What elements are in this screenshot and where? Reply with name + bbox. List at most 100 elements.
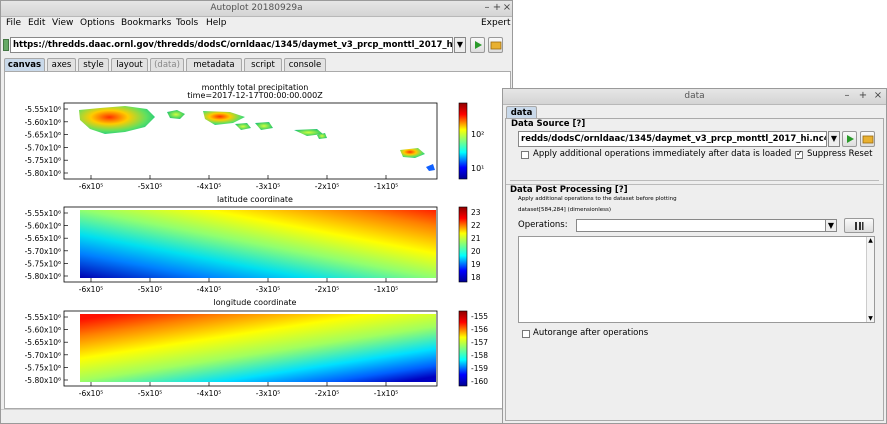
plot2-yticks: -5.55x10⁶ -5.60x10⁶ -5.65x10⁶ -5.70x10⁶ -5.7… [25,209,68,281]
close-icon[interactable]: × [502,2,512,13]
plot1-subtitle: time=2017-12-17T00:00:00.000Z [187,91,323,100]
menu-expert[interactable]: Expert [481,18,511,28]
apply-ops-label: Apply additional operations immediately … [533,149,792,159]
plot2-title: latitude coordinate [217,195,293,204]
tab-style[interactable]: style [78,58,109,71]
plot3-yticks: -5.55x10⁶ -5.60x10⁶ -5.65x10⁶ -5.70x10⁶ -5.7… [25,313,68,385]
browse-button[interactable] [488,37,503,53]
data-source-section: Data Source [?] redds/dodsC/ornldaac/134… [510,119,879,181]
data-source-input[interactable]: redds/dodsC/ornldaac/1345/daymet_v3_prcp… [518,131,827,147]
x-tick-label: -3x10⁵ [256,182,280,191]
colorbar-tick-label: 20 [471,247,481,256]
scroll-down-icon[interactable]: ▼ [867,315,874,322]
data-window-title: data [684,91,705,101]
x-tick-label: -2x10⁵ [315,182,339,191]
plot1-cb-tick: 10² [471,130,484,139]
menu-help[interactable]: Help [206,18,227,28]
autorange-label: Autorange after operations [533,328,649,338]
colorbar-tick-label: 21 [471,234,481,243]
dataset-dims: dataset[584,284] (dimensionless) [518,207,612,213]
y-tick-label: -5.55x10⁶ [25,209,61,218]
x-tick-label: -3x10⁵ [256,389,280,398]
operations-editor-button[interactable] [844,218,874,233]
tab-canvas[interactable]: canvas [4,58,45,71]
data-window: data – + × data Data Source [?] redds/do… [502,88,887,424]
tab-axes[interactable]: axes [47,58,76,71]
y-tick-label: -5.80x10⁶ [25,169,61,178]
y-tick-label: -5.80x10⁶ [25,272,61,281]
operations-label: Operations: [518,220,568,230]
operations-scrollbar[interactable]: ▲ ▼ [866,237,874,322]
plot3-field [80,314,436,382]
x-tick-label: -3x10⁵ [256,285,280,294]
x-tick-label: -4x10⁵ [197,285,221,294]
data-source-dropdown[interactable]: ▼ [828,131,840,147]
data-source-label[interactable]: Data Source [?] [511,119,585,129]
tab-metadata[interactable]: metadata [186,58,242,71]
status-bar [1,409,512,423]
colorbar-tick-label: -157 [471,338,488,347]
post-processing-desc: Apply additional operations to the datas… [518,196,677,202]
suppress-reset-checkbox[interactable] [795,149,803,159]
data-titlebar[interactable]: data – + × [503,89,886,105]
colorbar-tick-label: -155 [471,312,488,321]
menu-edit[interactable]: Edit [28,18,45,28]
x-tick-label: -2x10⁵ [315,389,339,398]
y-tick-label: -5.75x10⁶ [25,156,61,165]
x-tick-label: -1x10⁵ [374,182,398,191]
y-tick-label: -5.65x10⁶ [25,234,61,243]
minimize-icon[interactable]: – [842,90,852,101]
menu-bookmarks[interactable]: Bookmarks [121,18,171,28]
x-tick-label: -4x10⁵ [197,182,221,191]
colorbar-tick-label: 19 [471,260,481,269]
play-icon [847,135,854,143]
tab-console[interactable]: console [284,58,326,71]
operations-input[interactable] [576,219,828,232]
minimize-icon[interactable]: – [482,2,492,13]
data-plot-button[interactable] [842,131,857,147]
scroll-up-icon[interactable]: ▲ [867,237,874,244]
menu-view[interactable]: View [52,18,73,28]
drag-handle-icon[interactable] [3,39,9,51]
y-tick-label: -5.75x10⁶ [25,363,61,372]
tab-data[interactable]: (data) [150,58,184,71]
plot-button[interactable] [470,37,485,53]
menu-options[interactable]: Options [80,18,115,28]
folder-icon [490,41,502,50]
autoplot-window: Autoplot 20180929a – + × File Edit View … [0,0,513,424]
operations-dropdown[interactable]: ▼ [825,219,837,232]
maximize-icon[interactable]: + [492,2,502,13]
colorbar-tick-label: 23 [471,208,481,217]
url-input[interactable]: https://thredds.daac.ornl.gov/thredds/do… [10,37,453,53]
y-tick-label: -5.60x10⁶ [25,222,61,231]
data-browse-button[interactable] [860,131,875,147]
main-titlebar[interactable]: Autoplot 20180929a – + × [1,1,512,17]
suppress-reset-label: Suppress Reset [807,149,873,159]
colorbar-tick-label: -160 [471,377,488,386]
maximize-icon[interactable]: + [858,90,868,101]
y-tick-label: -5.70x10⁶ [25,351,61,360]
menu-file[interactable]: File [6,18,21,28]
colorbar-tick-label: -159 [471,364,488,373]
post-processing-section: Data Post Processing [?] Apply additiona… [506,184,883,420]
plots-svg[interactable]: monthly total precipitation time=2017-12… [5,72,510,408]
plot-canvas[interactable]: monthly total precipitation time=2017-12… [4,71,511,409]
autorange-checkbox[interactable] [522,330,530,338]
post-processing-label[interactable]: Data Post Processing [?] [510,185,628,195]
x-tick-label: -6x10⁵ [79,389,103,398]
menu-tools[interactable]: Tools [176,18,198,28]
url-history-dropdown[interactable]: ▼ [454,37,466,53]
tab-layout[interactable]: layout [111,58,148,71]
y-tick-label: -5.55x10⁶ [25,105,61,114]
filter-editor-icon [855,222,864,230]
play-icon [475,41,482,49]
y-tick-label: -5.60x10⁶ [25,118,61,127]
x-tick-label: -1x10⁵ [374,285,398,294]
plot2-cb-ticks: 23 22 21 20 19 18 [471,208,481,282]
plot3-colorbar [458,310,468,387]
tab-script[interactable]: script [244,58,282,71]
x-tick-label: -1x10⁵ [374,389,398,398]
apply-ops-checkbox[interactable] [521,151,529,159]
operations-list[interactable]: ▲ ▼ [518,236,875,323]
close-icon[interactable]: × [873,90,883,101]
